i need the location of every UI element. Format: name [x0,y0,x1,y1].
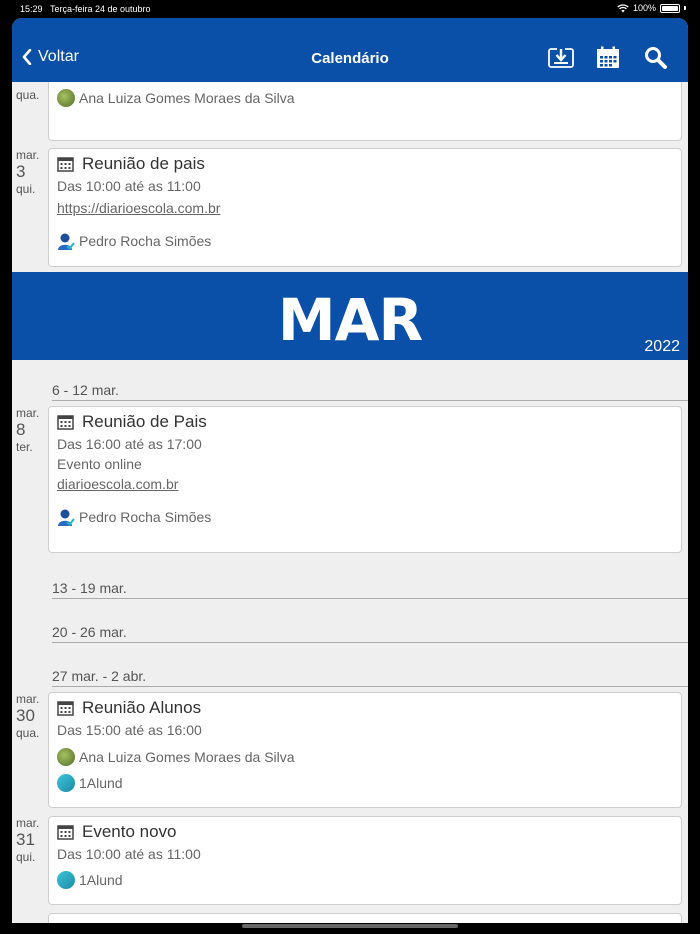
teacher-icon [57,232,75,250]
navbar: Voltar Calendário [12,18,688,82]
day-label: mar. 3 qui. [16,148,40,196]
calendar-icon [57,156,74,172]
status-time: 15:29 [20,4,43,14]
event-card[interactable]: Ana Luiza Gomes Moraes da Silva [48,82,682,141]
wifi-icon [617,3,629,12]
avatar [57,89,75,107]
event-card[interactable]: Reunião de Pais Das 16:00 até as 17:00 E… [48,406,682,553]
event-location: Evento online [57,456,142,472]
event-card[interactable]: Evento novo Das 10:00 até as 11:00 1Alun… [48,816,682,905]
day-label: qua. [16,88,40,102]
battery-percent: 100% [632,3,656,13]
calendar-icon [57,700,74,716]
event-person: Pedro Rocha Simões [79,233,212,249]
event-card[interactable] [48,913,682,923]
status-date: Terça-feira 24 de outubro [50,4,151,14]
day-label: mar. 30 qua. [16,692,40,740]
calendar-icon [57,824,74,840]
day-label: mar. 8 ter. [16,406,40,454]
teacher-icon [57,508,75,526]
week-header: 27 mar. - 2 abr. [52,668,688,687]
event-group: 1Alund [79,775,123,791]
event-card[interactable]: Reunião de pais Das 10:00 até as 11:00 h… [48,148,682,267]
week-header: 6 - 12 mar. [52,382,688,401]
week-header: 20 - 26 mar. [52,624,688,643]
calendar-list: qua. Ana Luiza Gomes Moraes da Silva mar… [12,82,688,923]
month-year: 2022 [644,338,680,355]
event-title: Reunião de Pais [82,412,207,431]
month-banner: MAR 2022 [12,272,688,360]
month-name: MAR [277,286,423,354]
event-time: Das 10:00 até as 11:00 [57,178,201,194]
class-icon [57,774,75,792]
class-icon [57,871,75,889]
event-title: Reunião Alunos [82,698,202,717]
event-title: Reunião de pais [82,154,205,173]
avatar [57,748,75,766]
event-link[interactable]: diarioescola.com.br [57,476,178,492]
event-card[interactable]: Reunião Alunos Das 15:00 até as 16:00 An… [48,692,682,808]
event-person: Pedro Rocha Simões [79,509,212,525]
download-icon[interactable] [548,46,574,70]
search-icon[interactable] [644,46,670,70]
calendar-icon [57,414,74,430]
event-time: Das 10:00 até as 11:00 [57,846,201,862]
event-title: Evento novo [82,822,177,841]
status-bar: 15:29 Terça-feira 24 de outubro 100% [0,0,700,18]
home-indicator[interactable] [242,924,458,928]
week-header: 13 - 19 mar. [52,580,688,599]
event-link[interactable]: https://diarioescola.com.br [57,200,220,216]
day-label: mar. 31 qui. [16,816,40,864]
event-time: Das 16:00 até as 17:00 [57,436,202,452]
event-time: Das 15:00 até as 16:00 [57,722,202,738]
calendar-icon[interactable] [596,46,622,70]
event-group: 1Alund [79,872,123,888]
app-screen: Voltar Calendário qua. Ana Luiza Gomes M… [12,18,688,923]
event-person: Ana Luiza Gomes Moraes da Silva [79,749,295,765]
battery-icon [660,3,680,13]
